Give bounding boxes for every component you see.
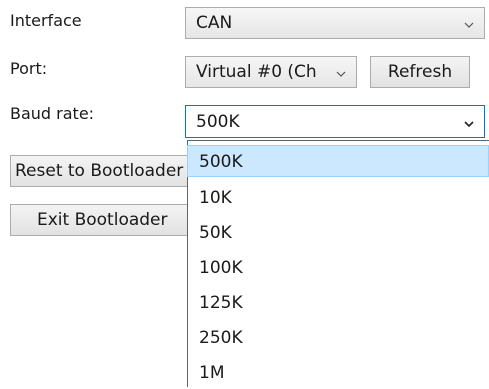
baud-option-500k[interactable]: 500K [187,145,489,177]
port-label: Port: [10,59,48,78]
baud-option-10k[interactable]: 10K [188,182,488,214]
baud-rate-dropdown-list: 500K 10K 50K 100K 125K 250K 1M [187,140,489,387]
interface-label: Interface [10,11,82,30]
chevron-down-icon [464,13,474,33]
baud-option-125k[interactable]: 125K [188,287,488,319]
baud-option-1m[interactable]: 1M [188,357,488,389]
interface-select-value: CAN [196,13,233,33]
refresh-button[interactable]: Refresh [370,56,470,88]
baud-option-250k[interactable]: 250K [188,322,488,354]
baud-option-50k[interactable]: 50K [188,217,488,249]
chevron-down-icon [336,62,346,82]
reset-to-bootloader-button[interactable]: Reset to Bootloader [10,155,210,187]
baud-rate-label: Baud rate: [10,104,95,123]
chevron-down-icon [464,112,474,132]
interface-select[interactable]: CAN [185,7,485,39]
port-select[interactable]: Virtual #0 (Ch [185,56,357,88]
exit-bootloader-button[interactable]: Exit Bootloader [10,204,210,236]
port-select-value: Virtual #0 (Ch [196,62,317,82]
baud-rate-select[interactable]: 500K [185,105,485,138]
baud-option-100k[interactable]: 100K [188,252,488,284]
baud-rate-select-value: 500K [196,112,240,132]
